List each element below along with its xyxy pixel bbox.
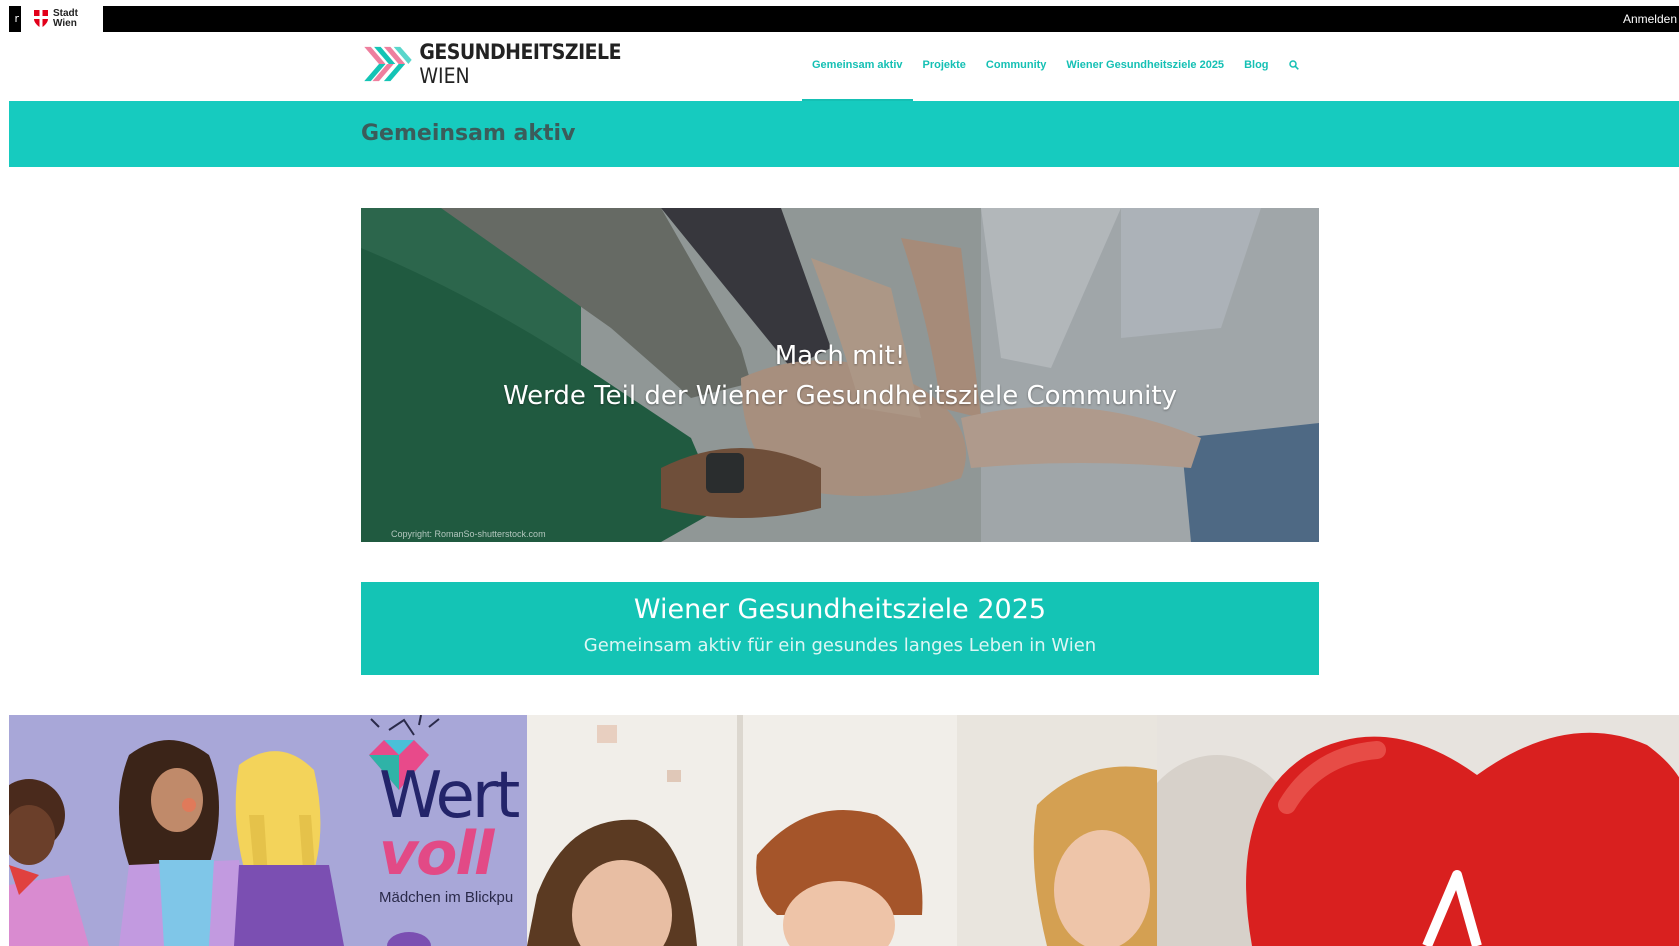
nav-gemeinsam-aktiv[interactable]: Gemeinsam aktiv xyxy=(802,32,913,101)
wertvoll-caption: Mädchen im Blickpu xyxy=(379,889,514,906)
page-title: Gemeinsam aktiv xyxy=(361,121,576,146)
wertvoll-wert: Wert xyxy=(379,759,520,833)
wien-label: Wien xyxy=(53,18,77,29)
logo-text: GESUNDHEITSZIELE WIEN xyxy=(419,40,621,88)
login-link[interactable]: Anmelden xyxy=(1623,6,1677,32)
wertvoll-voll: voll xyxy=(379,819,494,889)
hero-caption: Mach mit! Werde Teil der Wiener Gesundhe… xyxy=(361,336,1319,416)
hero-line2: Werde Teil der Wiener Gesundheitsziele C… xyxy=(502,381,1177,411)
top-bar-black xyxy=(103,6,1679,32)
logo-chevrons-icon xyxy=(364,46,412,82)
red-heart-photo xyxy=(1157,715,1679,946)
tile-wertvoll[interactable]: Wert voll Mädchen im Blickpu xyxy=(9,715,527,946)
logo-line2: WIEN xyxy=(419,64,470,88)
main-nav: Gemeinsam aktiv Projekte Community Wiene… xyxy=(802,32,1309,101)
tile-heart[interactable] xyxy=(1157,715,1679,946)
logo-line1: GESUNDHEITSZIELE xyxy=(419,40,621,64)
page-title-band: Gemeinsam aktiv xyxy=(9,101,1679,167)
hero-copyright: Copyright: RomanSo-shutterstock.com xyxy=(391,529,546,539)
tile-children[interactable] xyxy=(527,715,1157,946)
banner-title: Wiener Gesundheitsziele 2025 xyxy=(633,594,1047,625)
top-bar: r Stadt Wien Anmelden xyxy=(0,6,1679,32)
search-icon xyxy=(1288,60,1299,70)
stadt-wien-logo[interactable]: Stadt Wien xyxy=(33,8,78,30)
stadt-wien-text: Stadt Wien xyxy=(53,9,78,29)
children-photo xyxy=(527,715,1157,946)
hero-line1: Mach mit! xyxy=(774,341,906,371)
top-bar-left-stub: r xyxy=(9,6,21,32)
hero-image: Mach mit! Werde Teil der Wiener Gesundhe… xyxy=(361,208,1319,542)
nav-projekte[interactable]: Projekte xyxy=(913,32,976,101)
wien-shield-icon xyxy=(34,10,48,28)
banner-subtitle: Gemeinsam aktiv für ein gesundes langes … xyxy=(583,635,1097,656)
site-header: GESUNDHEITSZIELE WIEN Gemeinsam aktiv Pr… xyxy=(9,32,1679,101)
wertvoll-logo: Wert voll Mädchen im Blickpu xyxy=(379,735,520,906)
nav-search[interactable] xyxy=(1279,32,1309,101)
gesundheitsziele-banner[interactable]: Wiener Gesundheitsziele 2025 Gemeinsam a… xyxy=(361,582,1319,675)
nav-gesundheitsziele-2025[interactable]: Wiener Gesundheitsziele 2025 xyxy=(1056,32,1234,101)
nav-blog[interactable]: Blog xyxy=(1234,32,1278,101)
site-logo[interactable]: GESUNDHEITSZIELE WIEN xyxy=(361,34,621,94)
nav-community[interactable]: Community xyxy=(976,32,1057,101)
teaser-tiles: Wert voll Mädchen im Blickpu xyxy=(9,715,1679,946)
